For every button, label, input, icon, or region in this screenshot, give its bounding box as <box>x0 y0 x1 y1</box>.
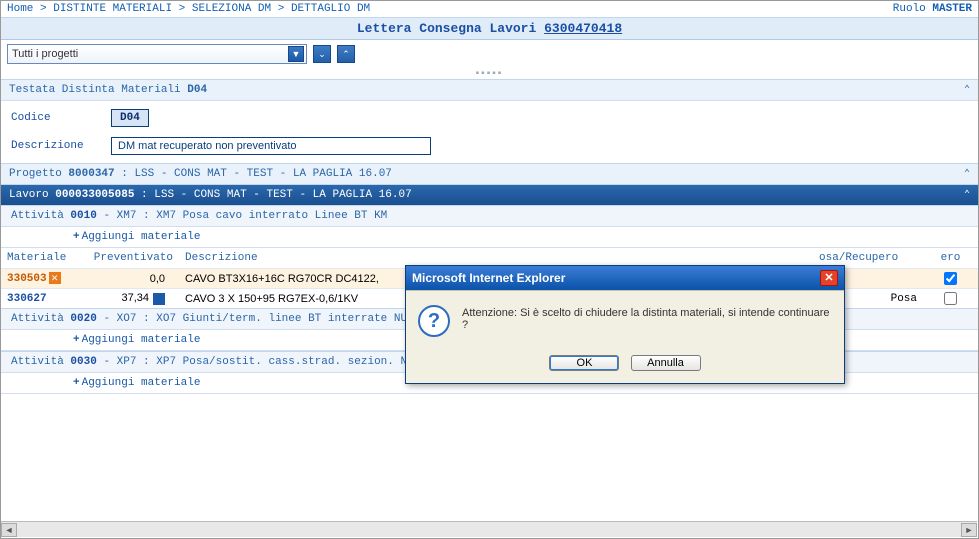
col-preventivato: Preventivato <box>79 248 179 269</box>
filter-row: Tutti i progetti ▼ ⌄ ⌃ <box>1 40 978 68</box>
col-recupero: ero <box>923 248 978 269</box>
collapse-icon[interactable]: ⌃ <box>964 168 970 180</box>
progetto-header[interactable]: Progetto 8000347 : LSS - CONS MAT - TEST… <box>1 164 978 184</box>
edit-icon[interactable] <box>153 293 165 305</box>
activity-0010-header[interactable]: Attività 0010 - XM7 : XM7 Posa cavo inte… <box>1 205 978 226</box>
delete-row-icon[interactable]: ✕ <box>49 272 61 284</box>
ok-button[interactable]: OK <box>549 355 619 371</box>
recupero-checkbox[interactable] <box>944 272 957 285</box>
breadcrumb-l2[interactable]: SELEZIONA DM <box>192 3 271 15</box>
testata-header: Testata Distinta Materiali D04 ⌃ <box>1 80 978 100</box>
add-materiale-link[interactable]: Aggiungi materiale <box>69 375 204 391</box>
breadcrumb: Home > DISTINTE MATERIALI > SELEZIONA DM… <box>7 3 370 15</box>
descrizione-input[interactable] <box>111 137 431 155</box>
add-materiale-link[interactable]: Aggiungi materiale <box>69 332 204 348</box>
dialog-text: Attenzione: Si è scelto di chiudere la d… <box>462 305 832 331</box>
horizontal-scrollbar[interactable]: ◄ ► <box>1 521 977 537</box>
close-icon[interactable]: ✕ <box>820 270 838 286</box>
question-icon: ? <box>418 305 450 337</box>
breadcrumb-l3[interactable]: DETTAGLIO DM <box>291 3 370 15</box>
dialog-titlebar[interactable]: Microsoft Internet Explorer ✕ <box>406 266 844 290</box>
lavoro-header[interactable]: Lavoro 000033005085 : LSS - CONS MAT - T… <box>1 185 978 205</box>
chevron-down-icon: ▼ <box>288 46 304 62</box>
lc-number-link[interactable]: 6300470418 <box>544 21 622 36</box>
expand-down-button[interactable]: ⌄ <box>313 45 331 63</box>
collapse-icon[interactable]: ⌃ <box>964 189 970 201</box>
breadcrumb-home[interactable]: Home <box>7 3 33 15</box>
scroll-left-button[interactable]: ◄ <box>1 523 17 537</box>
col-materiale: Materiale <box>1 248 79 269</box>
page-title: Lettera Consegna Lavori 6300470418 <box>1 18 978 40</box>
codice-value: D04 <box>111 109 149 127</box>
breadcrumb-l1[interactable]: DISTINTE MATERIALI <box>53 3 172 15</box>
confirm-dialog: Microsoft Internet Explorer ✕ ? Attenzio… <box>405 265 845 384</box>
codice-label: Codice <box>11 112 111 124</box>
recupero-checkbox[interactable] <box>944 292 957 305</box>
breadcrumb-bar: Home > DISTINTE MATERIALI > SELEZIONA DM… <box>1 1 978 18</box>
descrizione-label: Descrizione <box>11 140 111 152</box>
role-indicator: Ruolo MASTER <box>893 3 972 15</box>
project-dropdown[interactable]: Tutti i progetti ▼ <box>7 44 307 64</box>
scroll-right-button[interactable]: ► <box>961 523 977 537</box>
splitter-handle[interactable]: ▪▪▪▪▪ <box>1 68 978 79</box>
collapse-icon[interactable]: ⌃ <box>964 84 970 96</box>
collapse-up-button[interactable]: ⌃ <box>337 45 355 63</box>
add-materiale-link[interactable]: Aggiungi materiale <box>69 229 204 245</box>
cancel-button[interactable]: Annulla <box>631 355 701 371</box>
